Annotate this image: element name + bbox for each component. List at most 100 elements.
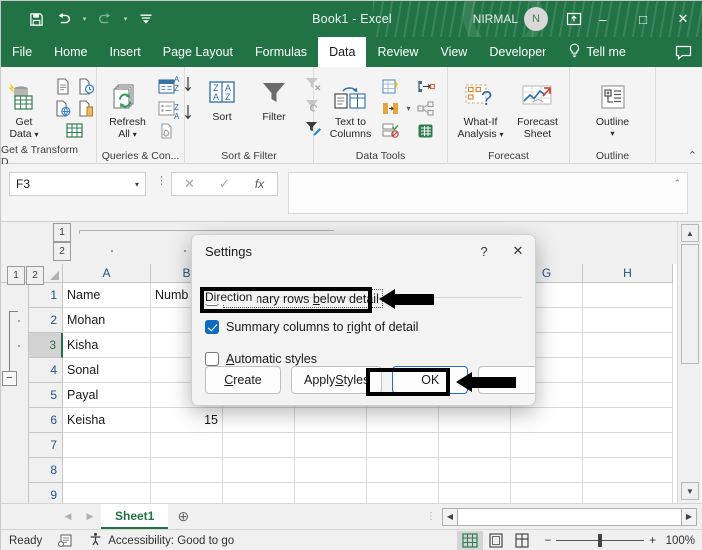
row-header-5[interactable]: 5 [29,383,63,408]
cell-H8[interactable] [583,458,673,483]
undo-dropdown-icon[interactable]: ▾ [79,6,90,32]
column-outline-level-2-button[interactable]: 2 [53,242,71,261]
cell-A4[interactable]: Sonal [63,358,151,383]
checkbox-summary-columns-right-of-detail[interactable]: Summary columns to right of detail [205,316,522,337]
row-header-2[interactable]: 2 [29,308,63,333]
vertical-scrollbar-thumb[interactable] [681,244,699,364]
macro-record-button[interactable] [50,530,80,550]
zoom-level-label[interactable]: 100% [663,535,702,547]
get-data-button[interactable]: Get Data ▾ [0,77,50,141]
customize-qat-icon[interactable] [133,6,159,32]
accessibility-status[interactable]: Accessibility: Good to go [80,530,242,550]
scroll-down-icon[interactable]: ▼ [681,482,699,500]
recent-sources-icon[interactable] [76,77,96,97]
from-text-csv-icon[interactable] [53,77,73,97]
save-icon[interactable] [23,6,49,32]
zoom-slider[interactable] [556,534,645,547]
name-box[interactable]: F3 ▾ [9,172,146,196]
cell-A1[interactable]: Name [63,283,151,308]
cell-E6[interactable] [367,408,439,433]
cell-E9[interactable] [367,483,439,503]
manage-data-model-icon[interactable] [416,121,436,141]
cell-A7[interactable] [63,433,151,458]
tab-split-handle[interactable]: ⋮ [426,511,442,522]
from-table-range-icon[interactable] [65,121,85,141]
tab-formulas[interactable]: Formulas [244,37,318,67]
row-outline-level-2-button[interactable]: 2 [26,266,44,285]
cell-A5[interactable]: Payal [63,383,151,408]
cell-E7[interactable] [367,433,439,458]
create-button[interactable]: Create [205,366,281,394]
tab-data[interactable]: Data [318,37,367,67]
tab-file[interactable]: File [1,37,43,67]
expand-formula-bar-icon[interactable]: ⌃ [673,178,681,189]
enter-formula-icon[interactable]: ✓ [207,173,242,195]
text-to-columns-button[interactable]: Text to Columns [322,77,378,140]
cell-A8[interactable] [63,458,151,483]
column-outline-level-1-button[interactable]: 1 [53,223,71,242]
tab-insert[interactable]: Insert [99,37,152,67]
cell-H5[interactable] [583,383,673,408]
zoom-in-button[interactable]: + [649,535,656,547]
cell-G6[interactable] [511,408,583,433]
sort-descending-icon[interactable]: ZA [172,101,196,125]
row-header-3[interactable]: 3 [29,333,63,358]
row-header-8[interactable]: 8 [29,458,63,483]
account-area[interactable]: NIRMAL N [473,1,548,37]
tab-home[interactable]: Home [43,37,98,67]
column-header-H[interactable]: H [583,264,673,283]
cell-C7[interactable] [223,433,295,458]
cell-G7[interactable] [511,433,583,458]
sort-ascending-icon[interactable]: AZ [172,73,196,97]
cell-G8[interactable] [511,458,583,483]
tab-view[interactable]: View [429,37,478,67]
horizontal-scrollbar[interactable]: ◀ ▶ [442,507,697,526]
cell-H4[interactable] [583,358,673,383]
cell-C8[interactable] [223,458,295,483]
scroll-up-icon[interactable]: ▲ [681,224,699,242]
what-if-analysis-button[interactable]: ? What-If Analysis ▾ [452,77,510,141]
cancel-formula-icon[interactable]: ✕ [172,173,207,195]
normal-view-button[interactable] [456,530,483,550]
outline-dropdown-icon[interactable]: ▾ [610,128,614,140]
redo-dropdown-icon[interactable]: ▾ [120,6,131,32]
data-validation-dropdown-icon[interactable]: ▾ [404,104,412,113]
row-outline-level-1-button[interactable]: 1 [7,266,25,285]
cell-H7[interactable] [583,433,673,458]
undo-icon[interactable] [51,6,77,32]
cell-B9[interactable] [151,483,223,503]
data-validation-icon[interactable] [381,121,401,141]
add-sheet-button[interactable]: ⊕ [168,504,198,529]
next-sheet-icon[interactable]: ▶ [79,506,101,528]
zoom-control[interactable]: − + [535,534,663,547]
remove-duplicates-icon[interactable] [381,99,401,119]
tab-review[interactable]: Review [366,37,429,67]
close-button[interactable]: ✕ [663,1,702,37]
from-web-icon[interactable] [53,99,73,119]
tab-developer[interactable]: Developer [478,37,557,67]
cell-A3[interactable]: Kisha [63,333,151,358]
close-dialog-button[interactable]: ✕ [501,235,535,267]
cell-F9[interactable] [439,483,511,503]
cell-D6[interactable] [295,408,367,433]
cell-H9[interactable] [583,483,673,503]
cell-H2[interactable] [583,308,673,333]
page-break-preview-button[interactable] [509,531,535,550]
sort-button[interactable]: ZAAZ Sort [196,72,248,123]
cell-B8[interactable] [151,458,223,483]
cell-B7[interactable] [151,433,223,458]
cell-D7[interactable] [295,433,367,458]
row-header-4[interactable]: 4 [29,358,63,383]
help-button[interactable]: ? [467,235,501,267]
checkbox-box[interactable] [205,319,219,334]
redo-icon[interactable] [92,6,118,32]
vertical-scrollbar[interactable]: ▲ ▼ [677,222,701,503]
cell-F7[interactable] [439,433,511,458]
flash-fill-icon[interactable] [381,77,401,97]
ribbon-display-options-icon[interactable] [565,10,583,28]
maximize-button[interactable]: □ [623,1,663,37]
outline-button[interactable]: Outline ▾ [587,77,639,140]
cell-G9[interactable] [511,483,583,503]
scroll-left-icon[interactable]: ◀ [442,507,458,526]
refresh-all-button[interactable]: Refresh All ▾ [102,77,154,141]
